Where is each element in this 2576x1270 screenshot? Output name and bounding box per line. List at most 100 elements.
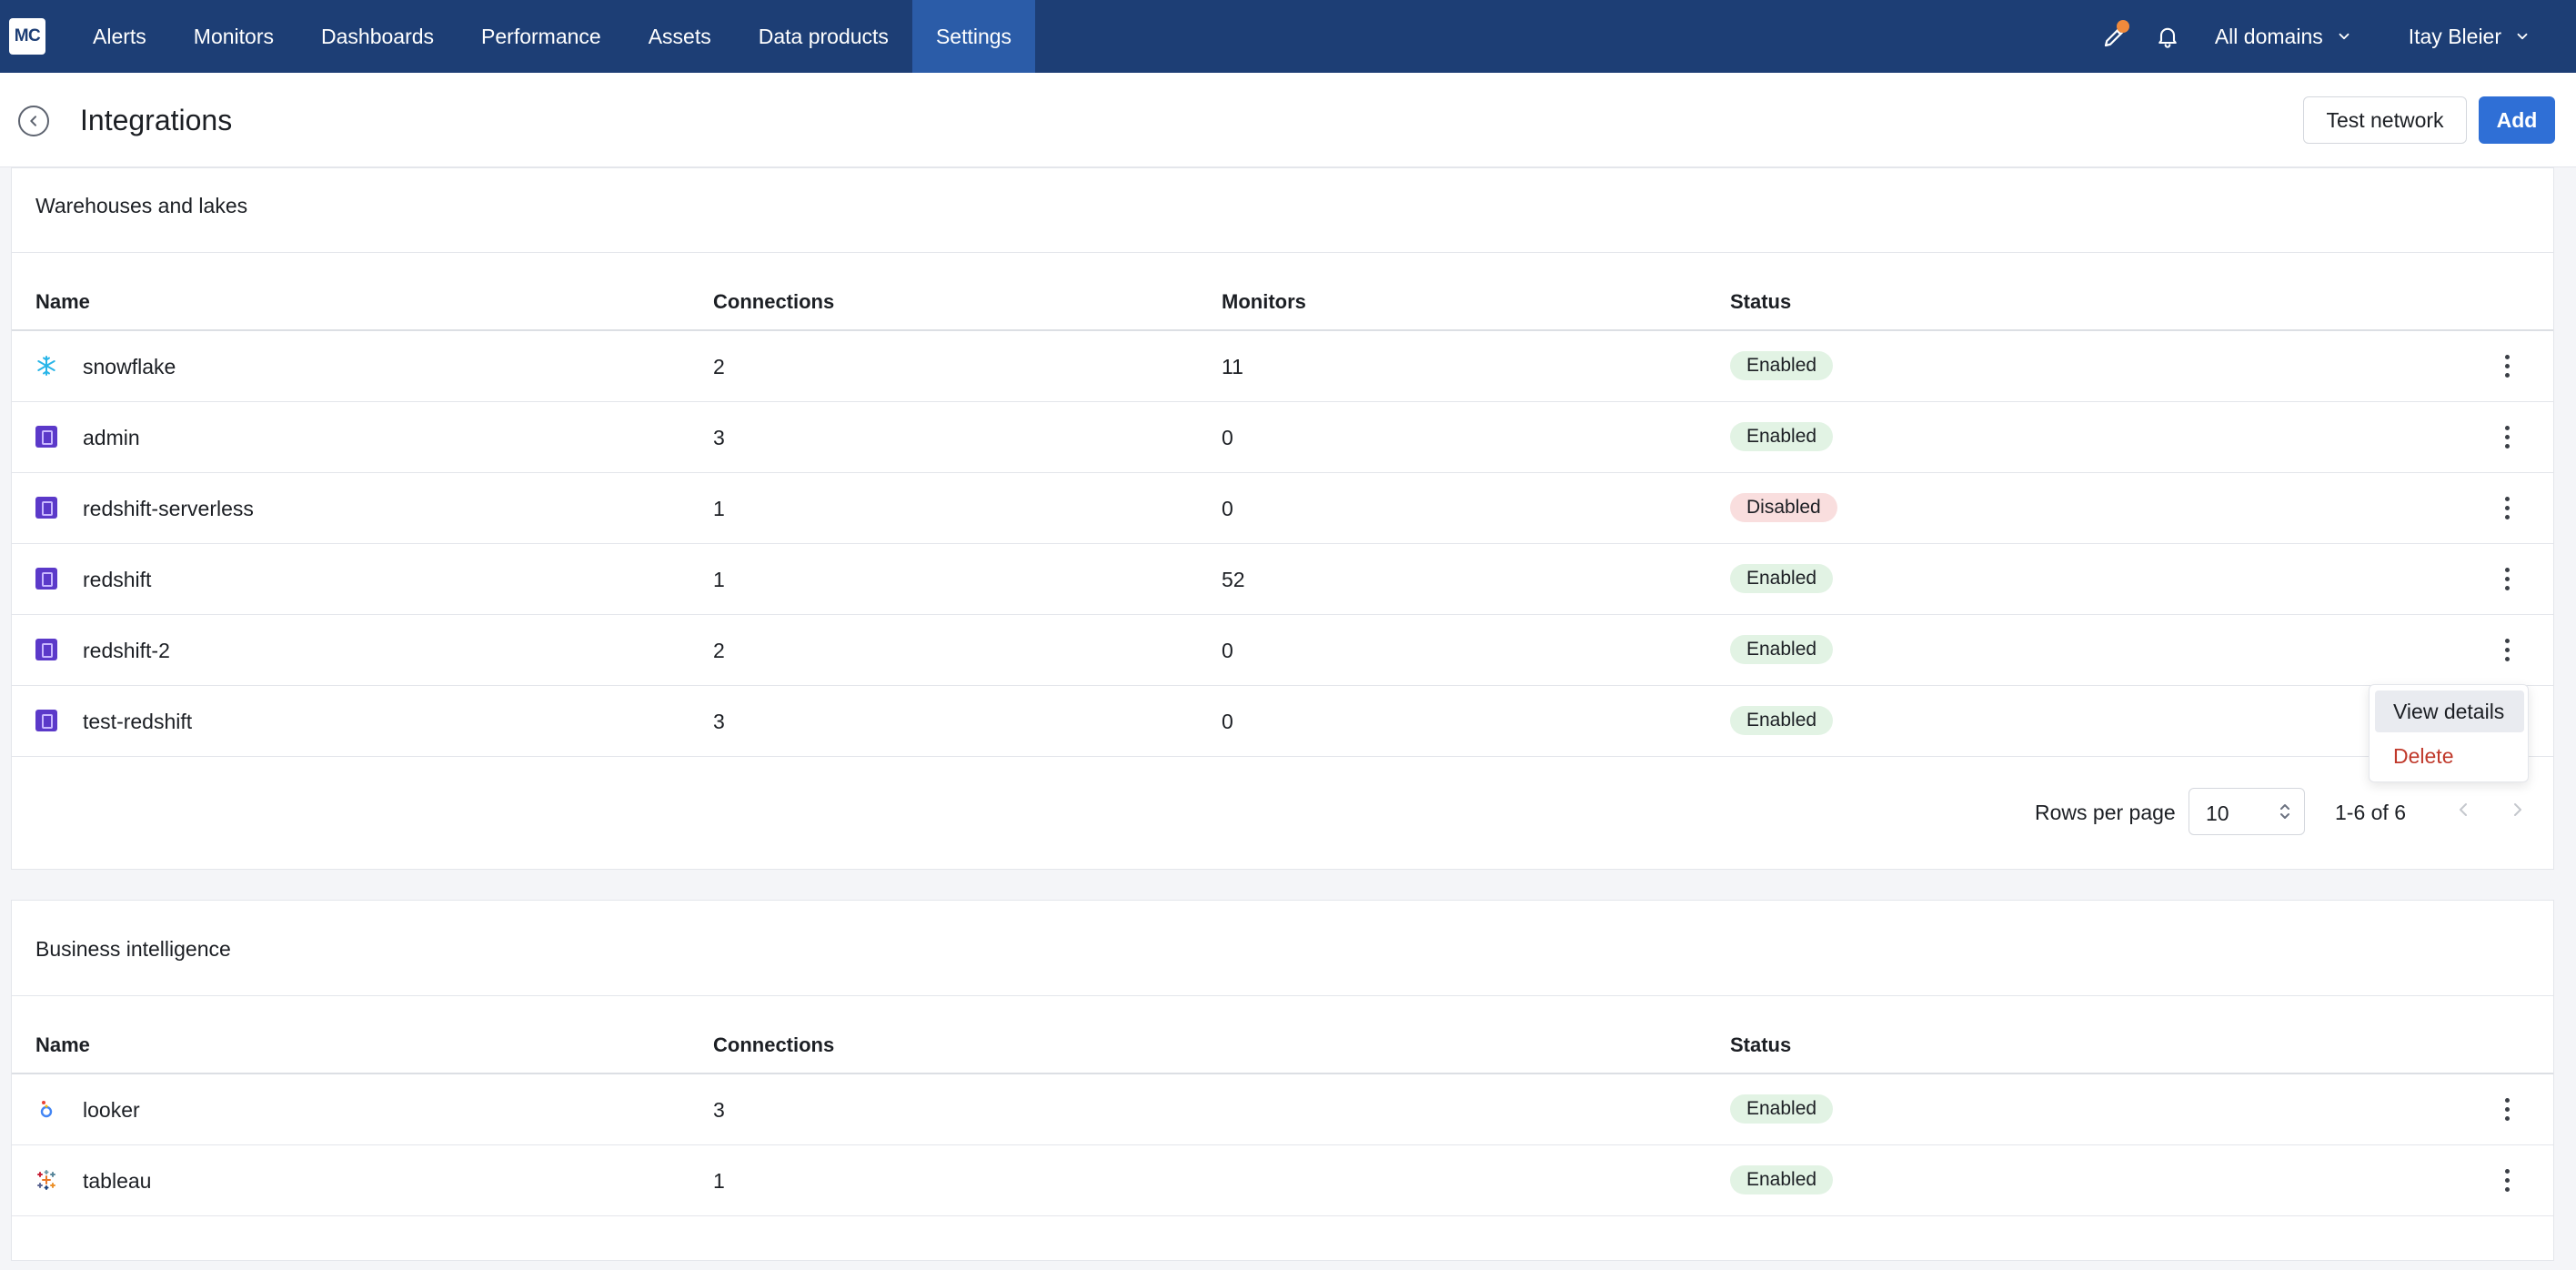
row-menu-button[interactable] xyxy=(2493,420,2521,453)
looker-icon xyxy=(40,1101,53,1118)
page-range: 1-6 of 6 xyxy=(2335,801,2406,824)
chevron-right-icon[interactable] xyxy=(2510,801,2524,819)
column-header-connections[interactable]: Connections xyxy=(713,1033,834,1057)
row-monitors: 52 xyxy=(1222,568,1245,591)
row-monitors: 0 xyxy=(1222,639,1233,662)
redshift-icon xyxy=(35,639,57,660)
row-name[interactable]: redshift-2 xyxy=(83,639,170,663)
chevron-left-icon[interactable] xyxy=(2457,801,2471,819)
notification-dot xyxy=(2116,20,2129,33)
row-name[interactable]: redshift-serverless xyxy=(83,497,254,521)
column-header-connections[interactable]: Connections xyxy=(713,290,834,314)
nav-item-data-products[interactable]: Data products xyxy=(735,0,912,73)
row-name[interactable]: snowflake xyxy=(83,355,176,379)
column-header-status[interactable]: Status xyxy=(1730,1033,1791,1057)
row-connections: 2 xyxy=(713,355,725,378)
table-row[interactable]: tableau 1 Enabled xyxy=(12,1145,2553,1216)
pencil-sparkle-icon[interactable] xyxy=(2097,18,2133,55)
column-header-name[interactable]: Name xyxy=(35,1033,90,1057)
nav-item-alerts[interactable]: Alerts xyxy=(69,0,170,73)
status-badge: Enabled xyxy=(1730,564,1834,593)
sort-arrows-icon xyxy=(2280,804,2289,819)
nav-item-settings[interactable]: Settings xyxy=(911,0,1036,73)
section-title: Business intelligence xyxy=(35,937,231,961)
row-menu-button[interactable] xyxy=(2493,562,2521,595)
redshift-icon xyxy=(35,426,57,448)
domain-label: All domains xyxy=(2214,24,2323,48)
row-name[interactable]: redshift xyxy=(83,568,151,592)
section-title: Warehouses and lakes xyxy=(35,194,248,217)
page-title: Integrations xyxy=(80,104,233,136)
test-network-button[interactable]: Test network xyxy=(2303,96,2467,144)
row-menu-button[interactable] xyxy=(2493,1093,2521,1125)
chevron-down-icon xyxy=(2339,33,2350,40)
row-name[interactable]: test-redshift xyxy=(83,710,192,734)
nav-item-assets[interactable]: Assets xyxy=(625,0,735,73)
view-details-menu-item[interactable]: View details xyxy=(2375,690,2524,732)
user-label: Itay Bleier xyxy=(2408,24,2501,48)
divider xyxy=(12,995,2553,996)
status-badge: Enabled xyxy=(1730,351,1834,380)
redshift-icon xyxy=(35,710,57,731)
redshift-icon xyxy=(35,568,57,590)
row-connections: 1 xyxy=(713,1169,725,1193)
warehouses-card: Warehouses and lakes Name Connections Mo… xyxy=(11,167,2554,870)
delete-menu-item[interactable]: Delete xyxy=(2375,735,2524,777)
row-connections: 1 xyxy=(713,568,725,591)
page-header: Integrations Test network Add xyxy=(0,73,2576,167)
status-badge: Enabled xyxy=(1730,635,1834,664)
table-row[interactable]: snowflake 2 11 Enabled xyxy=(12,331,2553,402)
nav-item-dashboards[interactable]: Dashboards xyxy=(297,0,458,73)
bi-card: Business intelligence Name Connections S… xyxy=(11,900,2554,1261)
row-menu-button[interactable] xyxy=(2493,491,2521,524)
rows-per-page-label: Rows per page xyxy=(2035,801,2176,824)
row-connections: 3 xyxy=(713,1098,725,1122)
table-row[interactable]: looker 3 Enabled xyxy=(12,1074,2553,1145)
row-connections: 2 xyxy=(713,639,725,662)
row-menu-button[interactable] xyxy=(2493,633,2521,666)
row-menu-button[interactable] xyxy=(2493,1164,2521,1196)
nav-right: All domains Itay Bleier xyxy=(2097,0,2576,73)
table-row[interactable]: test-redshift 3 0 Enabled xyxy=(12,686,2553,757)
nav-item-performance[interactable]: Performance xyxy=(458,0,625,73)
rows-per-page-value: 10 xyxy=(2206,801,2229,825)
back-button[interactable] xyxy=(18,106,49,136)
status-badge: Enabled xyxy=(1730,706,1834,735)
nav-item-monitors[interactable]: Monitors xyxy=(170,0,297,73)
row-monitors: 0 xyxy=(1222,426,1233,449)
pagination: Rows per page 10 1-6 of 6 xyxy=(12,764,2553,855)
domain-dropdown[interactable]: All domains xyxy=(2215,25,2352,49)
table-row[interactable]: redshift-serverless 1 0 Disabled xyxy=(12,473,2553,544)
row-menu-button[interactable] xyxy=(2493,349,2521,382)
table-row[interactable]: admin 3 0 Enabled xyxy=(12,402,2553,473)
row-connections: 1 xyxy=(713,497,725,520)
column-header-status[interactable]: Status xyxy=(1730,290,1791,314)
status-badge: Enabled xyxy=(1730,1094,1834,1124)
add-button[interactable]: Add xyxy=(2479,96,2555,144)
top-nav: MC Alerts Monitors Dashboards Performanc… xyxy=(0,0,2576,73)
row-connections: 3 xyxy=(713,710,725,733)
row-monitors: 0 xyxy=(1222,710,1233,733)
redshift-icon xyxy=(35,497,57,519)
bell-icon[interactable] xyxy=(2149,18,2186,55)
nav-items: Alerts Monitors Dashboards Performance A… xyxy=(69,0,1036,73)
row-name[interactable]: tableau xyxy=(83,1169,151,1194)
row-monitors: 0 xyxy=(1222,497,1233,520)
row-name[interactable]: admin xyxy=(83,426,140,450)
status-badge: Enabled xyxy=(1730,1165,1834,1194)
rows-per-page-select[interactable]: 10 xyxy=(2189,788,2305,835)
table-row[interactable]: redshift-2 2 0 Enabled xyxy=(12,615,2553,686)
row-connections: 3 xyxy=(713,426,725,449)
snowflake-icon xyxy=(37,356,55,376)
column-header-name[interactable]: Name xyxy=(35,290,90,314)
divider xyxy=(12,252,2553,253)
user-dropdown[interactable]: Itay Bleier xyxy=(2409,25,2531,49)
logo[interactable]: MC xyxy=(9,18,45,55)
status-badge: Enabled xyxy=(1730,422,1834,451)
chevron-left-icon xyxy=(30,116,36,126)
tableau-icon xyxy=(37,1170,55,1190)
table-row[interactable]: redshift 1 52 Enabled xyxy=(12,544,2553,615)
chevron-down-icon xyxy=(2517,33,2528,40)
row-name[interactable]: looker xyxy=(83,1098,140,1123)
column-header-monitors[interactable]: Monitors xyxy=(1222,290,1306,314)
